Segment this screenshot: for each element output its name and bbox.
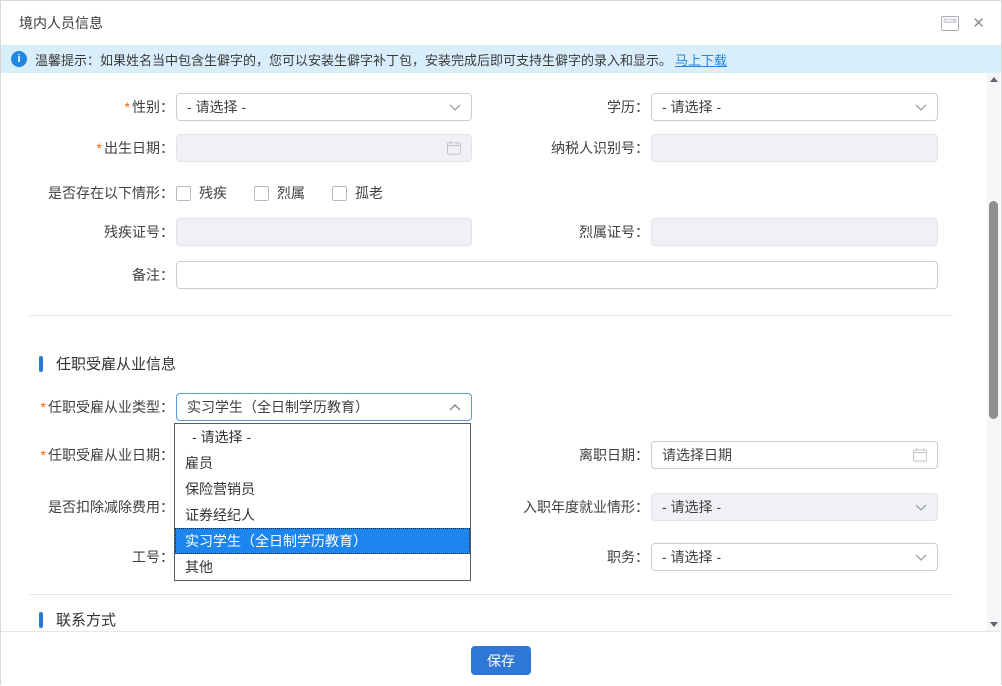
- warm-tip-banner: i 温馨提示：如果姓名当中包含生僻字的，您可以安装生僻字补丁包，安装完成后即可支…: [1, 45, 1001, 73]
- domestic-person-dialog: 境内人员信息 ✕ i 温馨提示：如果姓名当中包含生僻字的，您可以安装生僻字补丁包…: [0, 0, 1002, 685]
- info-icon: i: [11, 51, 27, 67]
- employment-type-value: 实习学生（全日制学历教育）: [187, 397, 369, 417]
- section-divider: [29, 594, 953, 595]
- section-accent-bar: [39, 612, 43, 628]
- checkbox-icon: [176, 186, 191, 201]
- deduction-label: 是否扣除减除费用：: [31, 497, 174, 517]
- duty-select[interactable]: - 请选择 -: [651, 543, 938, 571]
- employment-date-label: *任职受雇从业日期：: [31, 445, 174, 465]
- gender-select[interactable]: - 请选择 -: [176, 93, 472, 121]
- chevron-down-icon: [915, 554, 927, 561]
- education-select[interactable]: - 请选择 -: [651, 93, 938, 121]
- chevron-down-icon: [915, 104, 927, 111]
- section-divider: [29, 315, 953, 316]
- situations-label: 是否存在以下情形：: [31, 183, 174, 203]
- birth-date-value: [187, 140, 447, 156]
- birth-date-label: *出生日期：: [31, 138, 174, 158]
- dialog-footer: 保存: [1, 631, 1001, 686]
- calendar-icon: [447, 141, 461, 155]
- year-status-value: - 请选择 -: [662, 497, 721, 517]
- dropdown-option[interactable]: - 请选择 -: [175, 424, 470, 450]
- employment-type-label: *任职受雇从业类型：: [31, 397, 174, 417]
- duty-value: - 请选择 -: [662, 547, 721, 567]
- dialog-title: 境内人员信息: [19, 13, 103, 33]
- taxpayer-id-input: [651, 134, 938, 162]
- warm-tip-text: 温馨提示：如果姓名当中包含生僻字的，您可以安装生僻字补丁包，安装完成后即可支持生…: [35, 50, 672, 69]
- martyr-cert-input: [651, 218, 938, 246]
- disability-cert-input: [176, 218, 472, 246]
- resign-date-input[interactable]: [651, 441, 938, 469]
- close-icon[interactable]: ✕: [972, 16, 985, 31]
- duty-label: 职务：: [472, 547, 649, 567]
- gender-label: *性别：: [31, 97, 174, 117]
- taxpayer-id-label: 纳税人识别号：: [472, 138, 649, 158]
- checkbox-icon: [254, 186, 269, 201]
- dropdown-option-selected[interactable]: 实习学生（全日制学历教育）: [175, 528, 470, 554]
- checkbox-icon: [332, 186, 347, 201]
- required-mark: *: [41, 447, 46, 463]
- calendar-icon[interactable]: [913, 448, 927, 462]
- dropdown-option[interactable]: 雇员: [175, 450, 470, 476]
- checkbox-label: 烈属: [277, 183, 305, 203]
- chevron-up-icon: [449, 404, 461, 411]
- remark-label: 备注：: [31, 265, 174, 285]
- download-link[interactable]: 马上下载: [675, 50, 727, 69]
- chevron-down-icon: [449, 104, 461, 111]
- dropdown-option[interactable]: 保险营销员: [175, 476, 470, 502]
- martyr-cert-label: 烈属证号：: [472, 222, 649, 242]
- employment-type-dropdown: - 请选择 - 雇员 保险营销员 证券经纪人 实习学生（全日制学历教育） 其他: [174, 423, 471, 581]
- resign-date-label: 离职日期：: [472, 445, 649, 465]
- scroll-up-icon[interactable]: [987, 73, 1000, 86]
- required-mark: *: [41, 399, 46, 415]
- save-button[interactable]: 保存: [471, 646, 531, 675]
- checkbox-label: 残疾: [199, 183, 227, 203]
- dialog-titlebar: 境内人员信息 ✕: [1, 1, 1001, 45]
- scrollbar-thumb[interactable]: [989, 201, 998, 419]
- vertical-scrollbar[interactable]: [987, 73, 1000, 631]
- work-no-label: 工号：: [31, 547, 174, 567]
- gender-value: - 请选择 -: [187, 97, 246, 117]
- required-mark: *: [125, 99, 130, 115]
- dropdown-option[interactable]: 其他: [175, 554, 470, 580]
- resign-date-value[interactable]: [662, 447, 913, 463]
- year-status-label: 入职年度就业情形：: [472, 497, 649, 517]
- checkbox-label: 孤老: [355, 183, 383, 203]
- education-value: - 请选择 -: [662, 97, 721, 117]
- form-content: *性别： - 请选择 - 学历： - 请选择 - *出生日期：: [1, 73, 1001, 631]
- required-mark: *: [97, 140, 102, 156]
- maximize-icon[interactable]: [941, 16, 959, 31]
- disability-cert-label: 残疾证号：: [31, 222, 174, 242]
- checkbox-martyr-family[interactable]: 烈属: [254, 183, 305, 203]
- checkbox-disabled[interactable]: 残疾: [176, 183, 227, 203]
- dropdown-option[interactable]: 证券经纪人: [175, 502, 470, 528]
- education-label: 学历：: [472, 97, 649, 117]
- chevron-down-icon: [915, 504, 927, 511]
- remark-input[interactable]: [176, 261, 938, 289]
- section-accent-bar: [39, 356, 43, 372]
- scroll-down-icon[interactable]: [987, 618, 1000, 631]
- contact-section-title: 联系方式: [56, 609, 116, 630]
- employment-type-select[interactable]: 实习学生（全日制学历教育）: [176, 393, 472, 421]
- year-status-select: - 请选择 -: [651, 493, 938, 521]
- employment-section-title: 任职受雇从业信息: [56, 353, 176, 374]
- birth-date-input: [176, 134, 472, 162]
- checkbox-lonely-elderly[interactable]: 孤老: [332, 183, 383, 203]
